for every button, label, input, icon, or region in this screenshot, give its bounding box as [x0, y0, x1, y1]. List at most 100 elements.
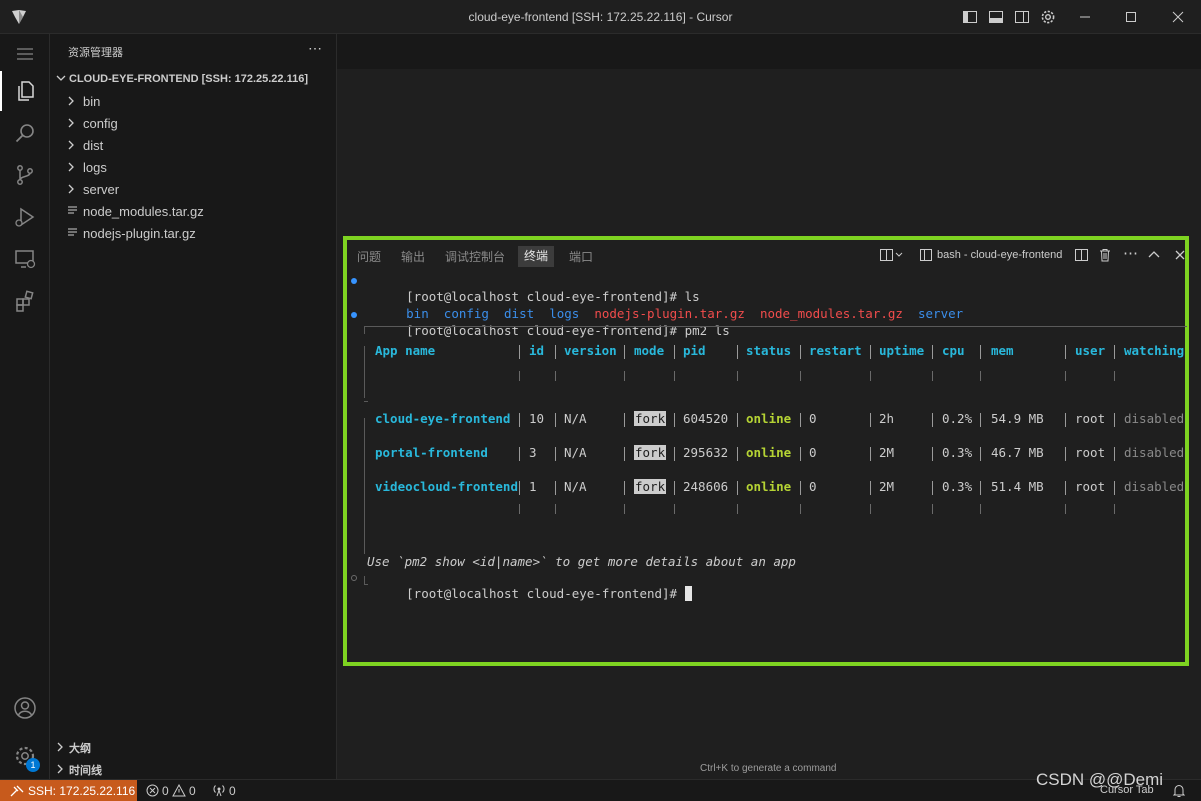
workspace-root[interactable]: CLOUD-EYE-FRONTEND [SSH: 172.25.22.116]	[50, 68, 337, 90]
run-debug-button[interactable]	[0, 197, 50, 237]
column-separator	[674, 413, 675, 427]
panel-more-icon[interactable]: ⋯	[1123, 244, 1138, 262]
tree-item-label: server	[83, 182, 120, 197]
error-icon	[146, 784, 159, 797]
toggle-panel-icon[interactable]	[988, 9, 1004, 25]
tree-file-nodejs-plugin[interactable]: nodejs-plugin.tar.gz	[50, 222, 337, 244]
cpu-cell: 0.3%	[942, 479, 973, 494]
column-header: mem	[991, 343, 1014, 358]
tab-problems[interactable]: 问题	[357, 248, 381, 265]
minimize-button[interactable]	[1062, 0, 1108, 34]
column-separator	[519, 345, 520, 359]
column-separator	[737, 504, 738, 514]
column-separator	[932, 447, 933, 461]
menu-button[interactable]	[0, 34, 50, 74]
search-button[interactable]	[0, 113, 50, 153]
ai-command-hint: Ctrl+K to generate a command	[700, 763, 837, 774]
tree-folder-server[interactable]: server	[50, 178, 337, 200]
remote-explorer-button[interactable]	[0, 239, 50, 279]
tree-folder-bin[interactable]: bin	[50, 90, 337, 112]
column-separator	[800, 481, 801, 495]
remote-explorer-icon	[15, 250, 36, 269]
maximize-button[interactable]	[1108, 0, 1154, 34]
tab-ports[interactable]: 端口	[569, 248, 593, 265]
command-success-dot	[351, 312, 357, 318]
settings-gear-icon[interactable]	[1040, 9, 1056, 25]
tab-terminal[interactable]: 终端	[518, 246, 555, 267]
app-name-cell: cloud-eye-frontend	[375, 411, 511, 426]
version-cell: N/A	[564, 479, 587, 494]
column-separator	[800, 413, 801, 427]
remote-indicator[interactable]: SSH: 172.25.22.116	[0, 780, 137, 801]
watching-cell: disabled	[1124, 479, 1185, 494]
toggle-primary-sidebar-icon[interactable]	[962, 9, 978, 25]
title-bar: cloud-eye-frontend [SSH: 172.25.22.116] …	[0, 0, 1201, 34]
column-separator	[519, 504, 520, 514]
column-header: id	[529, 343, 545, 358]
pm2-process-table: App name id version mode pid status rest…	[361, 326, 1187, 585]
activity-bar: 1	[0, 34, 50, 779]
uptime-cell: 2h	[879, 411, 895, 426]
tree-item-label: dist	[83, 138, 104, 153]
notifications-bell-icon[interactable]	[1173, 784, 1185, 798]
pid-cell: 604520	[683, 411, 729, 426]
explorer-button[interactable]	[0, 71, 50, 111]
toggle-secondary-sidebar-icon[interactable]	[1014, 9, 1030, 25]
id-cell: 1	[529, 479, 537, 494]
column-separator	[1065, 413, 1066, 427]
column-separator	[737, 345, 738, 359]
split-terminal-icon[interactable]	[1074, 247, 1090, 263]
close-window-button[interactable]	[1155, 0, 1201, 34]
column-separator	[932, 504, 933, 514]
maximize-icon	[1126, 12, 1136, 22]
chevron-up-icon[interactable]	[1147, 247, 1161, 263]
timeline-section[interactable]: 时间线	[50, 758, 337, 780]
status-cell: online	[746, 445, 792, 460]
tree-folder-logs[interactable]: logs	[50, 156, 337, 178]
chevron-right-icon	[68, 118, 74, 128]
workspace-root-label: CLOUD-EYE-FRONTEND [SSH: 172.25.22.116]	[69, 73, 309, 85]
extensions-button[interactable]	[0, 281, 50, 321]
accounts-button[interactable]	[0, 688, 50, 728]
close-panel-icon[interactable]	[1173, 247, 1187, 263]
tab-output[interactable]: 输出	[401, 248, 425, 265]
manage-button[interactable]: 1	[0, 736, 50, 776]
uptime-cell: 2M	[879, 445, 895, 460]
source-control-icon	[17, 165, 33, 185]
outline-section[interactable]: 大纲	[50, 736, 337, 758]
hamburger-menu-icon	[17, 48, 33, 60]
table-corner	[364, 326, 365, 334]
column-separator	[674, 345, 675, 359]
version-cell: N/A	[564, 445, 587, 460]
column-separator	[1114, 413, 1115, 427]
trash-icon[interactable]	[1097, 247, 1113, 263]
split-terminal-dropdown-icon[interactable]	[879, 247, 907, 263]
pm2-hint: Use `pm2 show <id|name>` to get more det…	[367, 554, 796, 569]
column-separator	[624, 447, 625, 461]
tree-folder-dist[interactable]: dist	[50, 134, 337, 156]
mem-cell: 51.4 MB	[991, 479, 1044, 494]
cpu-cell: 0.2%	[942, 411, 973, 426]
table-left-border	[364, 418, 365, 554]
column-separator	[1065, 345, 1066, 359]
chevron-down-icon	[56, 75, 66, 81]
terminal-panel-icon	[920, 249, 932, 261]
tab-debug-console[interactable]: 调试控制台	[445, 248, 505, 265]
tree-file-node-modules[interactable]: node_modules.tar.gz	[50, 200, 337, 222]
column-separator	[800, 504, 801, 514]
terminal-instance-name[interactable]: bash - cloud-eye-frontend	[937, 249, 1062, 261]
tree-folder-config[interactable]: config	[50, 112, 337, 134]
column-separator	[555, 447, 556, 461]
column-separator	[980, 371, 981, 381]
explorer-sidebar: 资源管理器 ⋯ CLOUD-EYE-FRONTEND [SSH: 172.25.…	[50, 34, 337, 779]
id-cell: 10	[529, 411, 545, 426]
column-separator	[674, 481, 675, 495]
source-control-button[interactable]	[0, 155, 50, 195]
chevron-right-icon	[68, 162, 74, 172]
tree-item-label: nodejs-plugin.tar.gz	[83, 226, 196, 241]
terminal-prompt: [root@localhost cloud-eye-frontend]#	[406, 586, 678, 601]
column-header: restart	[809, 343, 862, 358]
more-actions-icon[interactable]: ⋯	[308, 40, 322, 57]
column-separator	[1065, 481, 1066, 495]
column-header: watching	[1124, 343, 1185, 358]
